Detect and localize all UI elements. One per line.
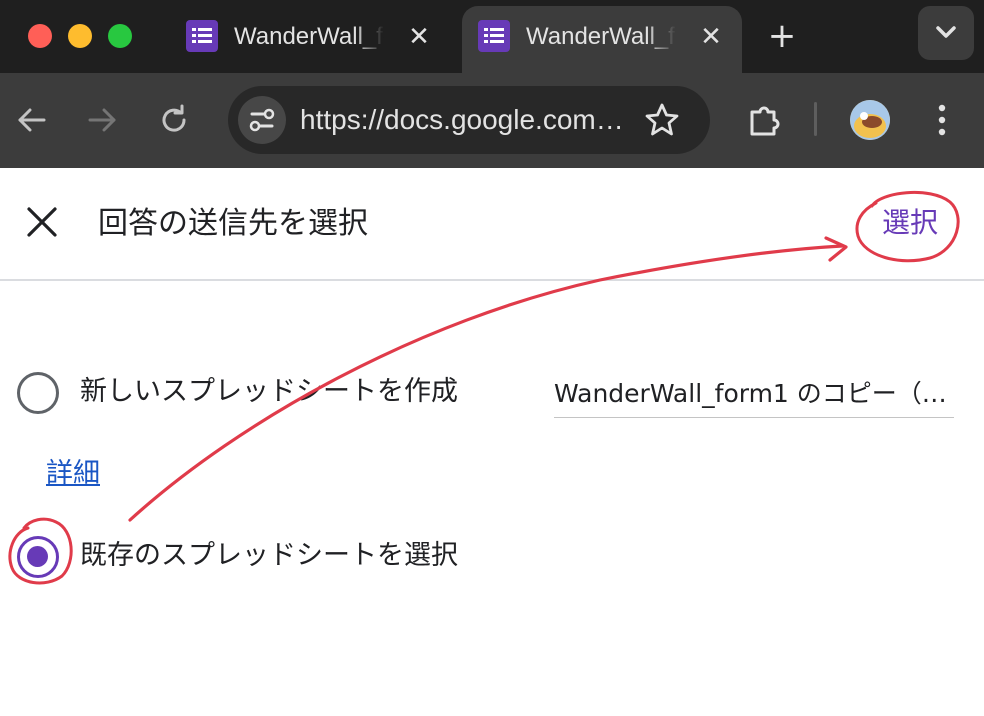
extensions-icon[interactable] [744, 100, 784, 140]
new-sheet-name-field[interactable] [554, 366, 954, 418]
reload-icon[interactable] [154, 100, 194, 140]
tab-search-button[interactable] [918, 6, 974, 60]
tab-close-icon[interactable]: ✕ [402, 20, 436, 54]
browser-toolbar: https://docs.google.com/forms [0, 73, 984, 168]
chevron-down-icon [936, 26, 956, 38]
dialog-header: 回答の送信先を選択 選択 [0, 168, 984, 281]
google-forms-icon [478, 20, 510, 52]
forward-arrow-icon[interactable] [82, 100, 122, 140]
radio-create-new-sheet[interactable] [17, 372, 59, 414]
option-label: 既存のスプレッドシートを選択 [80, 540, 458, 571]
tab-close-icon[interactable]: ✕ [694, 20, 728, 54]
radio-existing-sheet[interactable] [17, 536, 59, 578]
toolbar-divider [814, 102, 817, 136]
tab-title: WanderWall_form1 [234, 23, 384, 50]
window-close-button[interactable] [28, 24, 52, 48]
window-zoom-button[interactable] [108, 24, 132, 48]
option-label: 新しいスプレッドシートを作成 [80, 376, 458, 407]
site-settings-button[interactable] [238, 96, 286, 144]
select-button[interactable]: 選択 [866, 200, 954, 246]
url-text[interactable]: https://docs.google.com/forms [300, 102, 630, 138]
profile-avatar[interactable] [850, 100, 890, 140]
browser-tab-2-active[interactable]: WanderWall_form1 ✕ [462, 6, 742, 73]
tab-strip: WanderWall_form1 ✕ WanderWall_form1 ✕ + [0, 0, 984, 73]
more-menu-icon[interactable] [922, 100, 962, 140]
browser-tab-1[interactable]: WanderWall_form1 ✕ [170, 6, 445, 73]
dialog-title: 回答の送信先を選択 [98, 206, 368, 241]
option-existing-sheet[interactable]: 既存のスプレッドシートを選択 [0, 534, 984, 594]
bookmark-star-icon[interactable] [642, 100, 682, 140]
close-icon[interactable] [22, 202, 62, 242]
details-link[interactable]: 詳細 [46, 454, 100, 494]
avatar-image [850, 100, 890, 140]
window-minimize-button[interactable] [68, 24, 92, 48]
new-sheet-name-input[interactable] [554, 372, 954, 412]
address-bar[interactable]: https://docs.google.com/forms [228, 86, 710, 154]
site-settings-icon [249, 108, 275, 132]
new-tab-button[interactable]: + [762, 16, 802, 56]
tab-title: WanderWall_form1 [526, 23, 676, 50]
google-forms-icon [186, 20, 218, 52]
back-arrow-icon[interactable] [12, 100, 52, 140]
